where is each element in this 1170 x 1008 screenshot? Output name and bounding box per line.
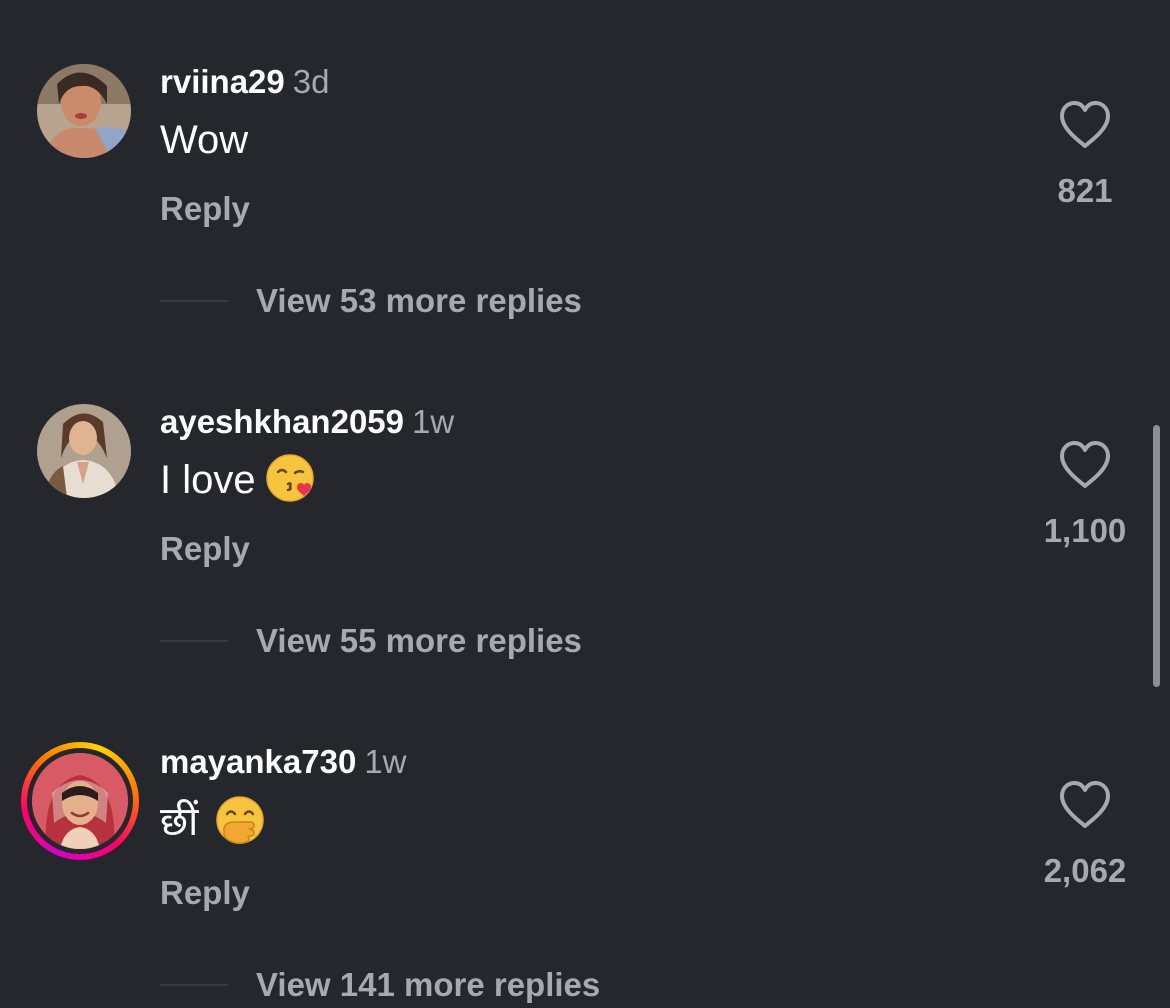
heart-outline-icon <box>1060 441 1110 488</box>
divider-line <box>160 300 228 302</box>
avatar-with-story-ring[interactable] <box>21 742 139 860</box>
view-replies-label: View 53 more replies <box>256 282 582 319</box>
comment-text-body: छीं <box>160 800 199 844</box>
timestamp: 3d <box>292 63 330 100</box>
divider-line <box>160 640 228 642</box>
like-button[interactable]: 2,062 <box>1035 780 1135 900</box>
avatar-photo-icon <box>32 753 128 849</box>
heart-outline-icon <box>1060 101 1110 148</box>
comment-text: छीं <box>160 796 266 848</box>
comment-meta: mayanka730 1w <box>160 742 407 782</box>
username[interactable]: mayanka730 <box>160 743 356 780</box>
like-count: 821 <box>1057 172 1113 209</box>
view-replies-button[interactable]: View 141 more replies <box>160 964 600 1006</box>
like-button[interactable]: 1,100 <box>1035 440 1135 560</box>
username[interactable]: rviina29 <box>160 63 285 100</box>
reply-button[interactable]: Reply <box>160 528 250 570</box>
like-count: 2,062 <box>1043 852 1127 889</box>
scrollbar[interactable] <box>1153 425 1160 687</box>
timestamp: 1w <box>364 743 407 780</box>
avatar[interactable] <box>37 404 131 498</box>
view-replies-button[interactable]: View 55 more replies <box>160 620 582 662</box>
comment-item: ayeshkhan2059 1w I love Reply View 55 mor… <box>0 340 1170 680</box>
comment-text-body: Wow <box>160 118 249 162</box>
face-with-hand-over-mouth-emoji-icon <box>214 794 266 846</box>
comment-item: mayanka730 1w छीं Reply View 141 more rep… <box>0 680 1170 1008</box>
comments-panel: rviina29 3d Wow Reply View 53 more replie… <box>0 0 1170 1008</box>
view-replies-button[interactable]: View 53 more replies <box>160 280 582 322</box>
heart-outline-icon <box>1060 781 1110 828</box>
like-button[interactable]: 821 <box>1035 100 1135 220</box>
avatar[interactable] <box>37 64 131 158</box>
view-replies-label: View 55 more replies <box>256 622 582 659</box>
username[interactable]: ayeshkhan2059 <box>160 403 404 440</box>
comment-text-body: I love <box>160 458 256 502</box>
like-count: 1,100 <box>1043 512 1127 549</box>
avatar-photo-icon <box>37 64 131 158</box>
avatar <box>32 753 128 849</box>
view-replies-label: View 141 more replies <box>256 966 601 1003</box>
timestamp: 1w <box>412 403 455 440</box>
face-blowing-a-kiss-emoji-icon <box>264 452 316 504</box>
divider-line <box>160 984 228 986</box>
avatar-photo-icon <box>37 404 131 498</box>
comment-text: I love <box>160 454 316 506</box>
comment-text: Wow <box>160 114 248 166</box>
reply-button[interactable]: Reply <box>160 872 250 914</box>
comment-meta: ayeshkhan2059 1w <box>160 402 454 442</box>
comment-meta: rviina29 3d <box>160 62 329 102</box>
reply-button[interactable]: Reply <box>160 188 250 230</box>
comment-item: rviina29 3d Wow Reply View 53 more replie… <box>0 0 1170 340</box>
